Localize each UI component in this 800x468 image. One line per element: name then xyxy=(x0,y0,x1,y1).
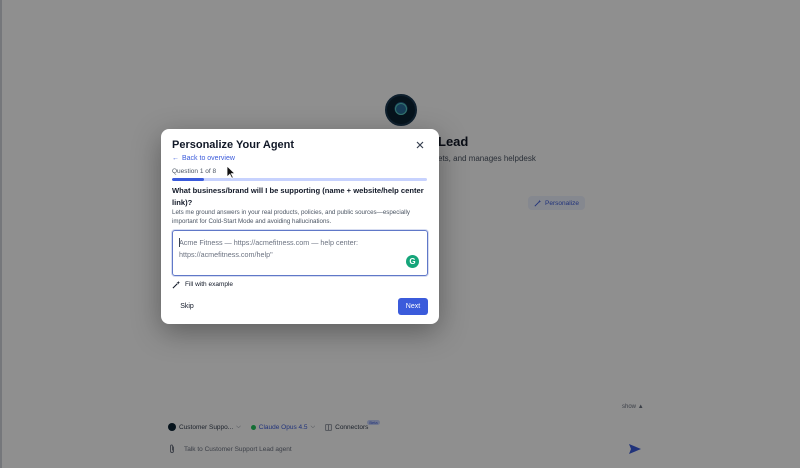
close-button[interactable] xyxy=(413,138,427,152)
question-hint: Lets me ground answers in your real prod… xyxy=(172,209,410,225)
next-button[interactable]: Next xyxy=(398,298,428,315)
back-to-overview-link[interactable]: ← Back to overview xyxy=(172,155,235,162)
progress-bar xyxy=(172,178,427,181)
text-caret xyxy=(179,238,180,247)
answer-placeholder: Acme Fitness — https://acmefitness.com —… xyxy=(179,238,358,259)
answer-textarea[interactable]: Acme Fitness — https://acmefitness.com —… xyxy=(172,230,428,276)
magic-wand-icon xyxy=(172,280,181,289)
skip-button[interactable]: Skip xyxy=(172,298,202,315)
question-text: What business/brand will I be supporting… xyxy=(172,186,424,207)
back-label: Back to overview xyxy=(182,155,235,162)
dialog-title: Personalize Your Agent xyxy=(172,139,295,151)
progress-fill xyxy=(172,178,204,181)
arrow-left-icon: ← xyxy=(172,155,179,162)
grammarly-icon[interactable]: G xyxy=(406,255,419,268)
mouse-pointer-icon xyxy=(226,165,236,179)
personalize-dialog: Personalize Your Agent ← Back to overvie… xyxy=(161,129,439,324)
fill-example-label: Fill with example xyxy=(185,281,234,288)
fill-with-example-button[interactable]: Fill with example xyxy=(172,280,233,289)
close-icon xyxy=(416,141,424,149)
step-counter: Question 1 of 8 xyxy=(172,168,217,175)
